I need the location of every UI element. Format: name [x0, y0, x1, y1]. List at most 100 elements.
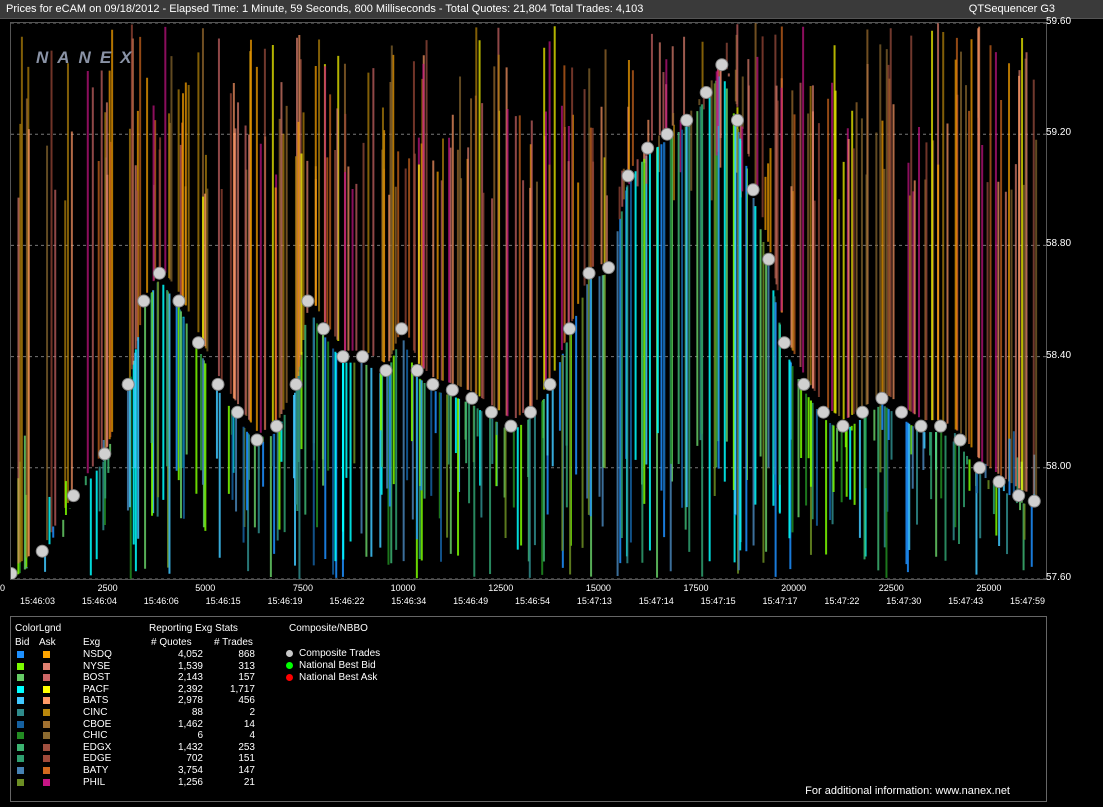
- time-tick-label: 15:46:03: [20, 596, 56, 606]
- trade-point: [523, 405, 537, 419]
- trades-count: 253: [238, 741, 255, 753]
- trade-point: [1027, 494, 1041, 508]
- exg-header: Exg: [83, 637, 101, 648]
- trade-point: [797, 377, 811, 391]
- trades-header: # Trades: [214, 637, 253, 648]
- trade-point: [762, 252, 776, 266]
- bid-swatch: [17, 755, 24, 763]
- ask-swatch: [43, 674, 50, 682]
- time-tick-label: 15:46:49: [453, 596, 489, 606]
- ask-swatch: [43, 755, 50, 763]
- x-tick-label: 22500: [878, 583, 904, 593]
- quotes-count: 1,256: [177, 776, 203, 788]
- bid-swatch: [17, 743, 24, 751]
- time-tick-label: 15:46:15: [205, 596, 241, 606]
- trade-point: [484, 405, 498, 419]
- x-tick-label: 10000: [390, 583, 416, 593]
- stats-row: PHIL 1,256 21: [11, 777, 271, 789]
- trade-point: [66, 489, 80, 503]
- exg-name: CINC: [83, 707, 108, 718]
- exg-name: NYSE: [83, 660, 111, 672]
- bid-swatch: [17, 651, 24, 658]
- quotes-count: 1,462: [177, 718, 203, 730]
- stats-row: BATY 3,754 147: [11, 765, 271, 777]
- quotes-count: 1,539: [177, 660, 203, 672]
- trade-point: [563, 322, 577, 336]
- trade-point: [250, 433, 264, 447]
- legend-item: National Best Bid: [286, 660, 376, 671]
- footer-link[interactable]: For additional information: www.nanex.ne…: [805, 785, 1010, 797]
- quotes-count: 3,754: [177, 765, 203, 776]
- stats-row: EDGE 702 151: [11, 753, 271, 765]
- quotes-count: 6: [197, 730, 203, 742]
- quotes-count: 2,392: [177, 683, 203, 695]
- exg-name: EDGX: [83, 741, 112, 753]
- ask-header: Ask: [39, 637, 56, 648]
- trade-point: [816, 405, 830, 419]
- exg-name: BOST: [83, 672, 111, 684]
- exg-name: BATY: [83, 765, 109, 776]
- time-tick-label: 15:47:22: [824, 596, 860, 606]
- x-tick-label: 5000: [195, 583, 216, 593]
- trade-point: [973, 461, 987, 475]
- trade-point: [836, 419, 850, 433]
- nanex-logo: NANEX: [36, 48, 141, 67]
- time-tick-label: 15:47:15: [700, 596, 736, 606]
- exg-name: PACF: [83, 683, 109, 695]
- trade-point: [894, 405, 908, 419]
- bid-swatch: [17, 778, 24, 786]
- legend-dot: [286, 673, 293, 681]
- trade-point: [934, 419, 948, 433]
- quotes-count: 2,143: [177, 672, 203, 684]
- trade-point: [715, 58, 729, 72]
- trades-count: 2: [249, 707, 255, 718]
- trade-point: [336, 350, 350, 364]
- trade-point: [98, 447, 112, 461]
- bid-swatch: [17, 662, 24, 670]
- ask-swatch: [43, 662, 50, 670]
- trades-count: 147: [238, 765, 255, 776]
- bid-swatch: [17, 732, 24, 740]
- trade-point: [992, 475, 1006, 489]
- trade-point: [602, 261, 616, 275]
- y-tick-label: 58.40: [1046, 349, 1072, 361]
- stats-row: CHIC 6 4: [11, 730, 271, 742]
- stats-row: BOST 2,143 157: [11, 672, 271, 684]
- y-tick-label: 59.20: [1046, 127, 1072, 139]
- legend-dot: [286, 661, 293, 669]
- time-tick-label: 15:46:06: [143, 596, 179, 606]
- price-chart[interactable]: NANEX: [10, 22, 1047, 580]
- ask-swatch: [43, 743, 50, 751]
- stats-row: NYSE 1,539 313: [11, 661, 271, 673]
- trade-point: [855, 405, 869, 419]
- title-bar: Prices for eCAM on 09/18/2012 - Elapsed …: [0, 0, 1103, 19]
- trade-point: [730, 113, 744, 127]
- exg-name: CBOE: [83, 718, 112, 730]
- quotes-count: 4,052: [177, 649, 203, 660]
- trade-point: [680, 113, 694, 127]
- stats-row: BATS 2,978 456: [11, 695, 271, 707]
- trade-point: [301, 294, 315, 308]
- bid-header: Bid: [15, 637, 30, 648]
- quotes-count: 88: [191, 707, 203, 718]
- trade-point: [914, 419, 928, 433]
- ask-swatch: [43, 709, 50, 716]
- legend-item: Composite Trades: [286, 648, 380, 659]
- trade-point: [172, 294, 186, 308]
- trade-point: [211, 377, 225, 391]
- ask-swatch: [43, 720, 50, 728]
- y-tick-label: 57.60: [1046, 572, 1072, 583]
- trades-count: 14: [243, 718, 255, 730]
- bid-swatch: [17, 720, 24, 728]
- y-tick-label: 58.80: [1046, 238, 1072, 250]
- trade-point: [289, 377, 303, 391]
- time-tick-label: 15:46:22: [329, 596, 365, 606]
- ask-swatch: [43, 732, 50, 740]
- trade-point: [35, 544, 49, 558]
- time-tick-label: 15:47:59: [1010, 596, 1046, 606]
- trade-point: [777, 336, 791, 350]
- trade-point: [746, 183, 760, 197]
- x-tick-label: 7500: [292, 583, 313, 593]
- trade-point: [660, 127, 674, 141]
- quotes-header: # Quotes: [151, 637, 192, 648]
